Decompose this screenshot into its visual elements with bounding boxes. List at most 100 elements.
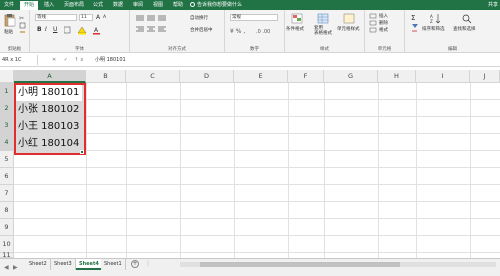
editing-group: Σ AZ 排序和筛选 查找和选择 编辑 [405,10,500,53]
column-header-i[interactable]: I [416,70,470,83]
tab-data[interactable]: 数据 [113,0,123,10]
tell-me-search[interactable]: 告诉我你想要做什么 [190,0,242,10]
tab-insert[interactable]: 插入 [44,0,54,10]
row-header-4[interactable]: 4 [0,134,14,151]
gridline [378,83,379,258]
row-header-3[interactable]: 3 [0,117,14,134]
tab-file[interactable]: 文件 [4,0,14,10]
alignment-group: 自动换行 合并后居中 对齐方式 [130,10,225,53]
font-size-dropdown[interactable]: 11 [79,14,93,21]
styles-group: 条件格式 套用 表格格式 单元格样式 样式 [285,10,365,53]
svg-text:.0 .00: .0 .00 [256,29,270,35]
insert-cells-button[interactable]: 插入 [379,13,388,19]
cell-styles-icon[interactable] [343,13,355,24]
gridline [14,116,500,117]
font-group: 等线 11 A A B I U A 字体 [30,10,130,53]
gridline [86,83,87,258]
italic-button[interactable]: I [45,26,47,33]
select-all-corner[interactable] [0,70,14,83]
column-header-d[interactable]: D [180,70,234,83]
column-header-a[interactable]: A [14,70,86,83]
sheet-tab-sheet3[interactable]: Sheet3 [51,259,76,270]
sort-filter-icon[interactable]: AZ [430,13,442,24]
svg-text:Σ: Σ [411,14,415,22]
row-header-7[interactable]: 7 [0,185,14,202]
column-header-g[interactable]: G [324,70,378,83]
tab-formulas[interactable]: 公式 [93,0,103,10]
next-sheet-icon[interactable]: ▶ [13,264,19,272]
format-as-table-button[interactable]: 套用 表格格式 [314,26,332,36]
svg-text:Z: Z [430,19,433,24]
column-header-j[interactable]: J [470,70,500,83]
gridline [126,83,127,258]
row-header-1[interactable]: 1 [0,83,14,100]
cells-icons [369,13,377,33]
row-header-6[interactable]: 6 [0,168,14,185]
number-format-dropdown[interactable]: 常规 [230,14,278,21]
gridline [470,83,471,258]
font-name-dropdown[interactable]: 等线 [35,14,77,21]
cell-styles-button[interactable]: 单元格样式 [337,26,360,32]
border-fill-fontcolor-icons[interactable]: A [64,26,124,35]
svg-text:¥ % ,: ¥ % , [230,28,245,35]
styles-group-label: 样式 [320,47,329,52]
gridline [14,99,500,100]
row-header-5[interactable]: 5 [0,151,14,168]
delete-cells-button[interactable]: 删除 [379,20,388,26]
autosum-fill-clear-icons[interactable]: Σ [410,13,422,35]
prev-sheet-icon[interactable]: ◀ [4,264,10,272]
sheet-tab-sheet1[interactable]: Sheet1 [101,259,126,270]
sheet-tab-bar: ◀ ▶ Sheet2 Sheet3 Sheet4 Sheet1 + ⋮ [0,258,500,276]
row-header-8[interactable]: 8 [0,202,14,219]
clipboard-group-label: 剪贴板 [7,47,22,52]
sheet-tab-sheet2[interactable]: Sheet2 [26,259,51,270]
more-sheets-icon[interactable]: ⋮ [145,260,151,267]
gridline [14,252,500,253]
horizontal-scrollbar[interactable] [180,262,496,267]
share-button[interactable]: 共享 [488,0,498,10]
column-header-h[interactable]: H [378,70,416,83]
tab-home[interactable]: 开始 [20,1,39,10]
tab-view[interactable]: 视图 [153,0,163,10]
gridline [324,83,325,258]
format-as-table-icon[interactable] [317,13,329,24]
conditional-format-button[interactable]: 条件格式 [286,26,304,32]
row-header-2[interactable]: 2 [0,100,14,117]
grow-font-button[interactable]: A [96,14,100,21]
column-header-b[interactable]: B [86,70,126,83]
number-format-icons[interactable]: ¥ % , .0 .00 [230,26,280,35]
scrollbar-thumb[interactable] [200,262,400,267]
sort-filter-button[interactable]: 排序和筛选 [422,26,445,32]
fill-handle[interactable] [80,150,84,154]
find-select-button[interactable]: 查找和选择 [453,26,476,32]
gridline [14,184,500,185]
column-header-f[interactable]: F [288,70,324,83]
column-header-c[interactable]: C [126,70,180,83]
cut-copy-icons[interactable]: ✂ [19,14,27,36]
clipboard-group: 粘贴 ✂ 剪贴板 [0,10,30,53]
number-group-label: 数字 [250,47,259,52]
add-sheet-icon[interactable]: + [131,260,139,268]
tab-review[interactable]: 审阅 [133,0,143,10]
find-select-icon[interactable] [461,13,473,24]
merge-center-button[interactable]: 合并后居中 [190,27,213,33]
column-header-e[interactable]: E [234,70,288,83]
align-icons[interactable] [135,14,185,36]
paste-icon[interactable] [4,13,16,27]
bold-button[interactable]: B [37,26,42,33]
shrink-font-button[interactable]: A [103,15,106,20]
name-box[interactable]: 4R x 1C [0,55,38,65]
formula-input[interactable]: 小明 180101 [95,55,126,65]
formula-buttons[interactable]: ✕ ✓ fx [52,55,86,65]
gridline [416,83,417,258]
tab-help[interactable]: 帮助 [173,0,183,10]
row-header-9[interactable]: 9 [0,219,14,236]
conditional-format-icon[interactable] [291,13,303,24]
gridline [234,83,235,258]
number-group: 常规 ¥ % , .0 .00 数字 [225,10,285,53]
underline-button[interactable]: U [53,26,57,33]
format-cells-button[interactable]: 格式 [379,27,388,33]
wrap-text-button[interactable]: 自动换行 [190,15,208,21]
tab-page-layout[interactable]: 页面布局 [64,0,84,10]
sheet-tab-sheet4[interactable]: Sheet4 [76,259,103,270]
